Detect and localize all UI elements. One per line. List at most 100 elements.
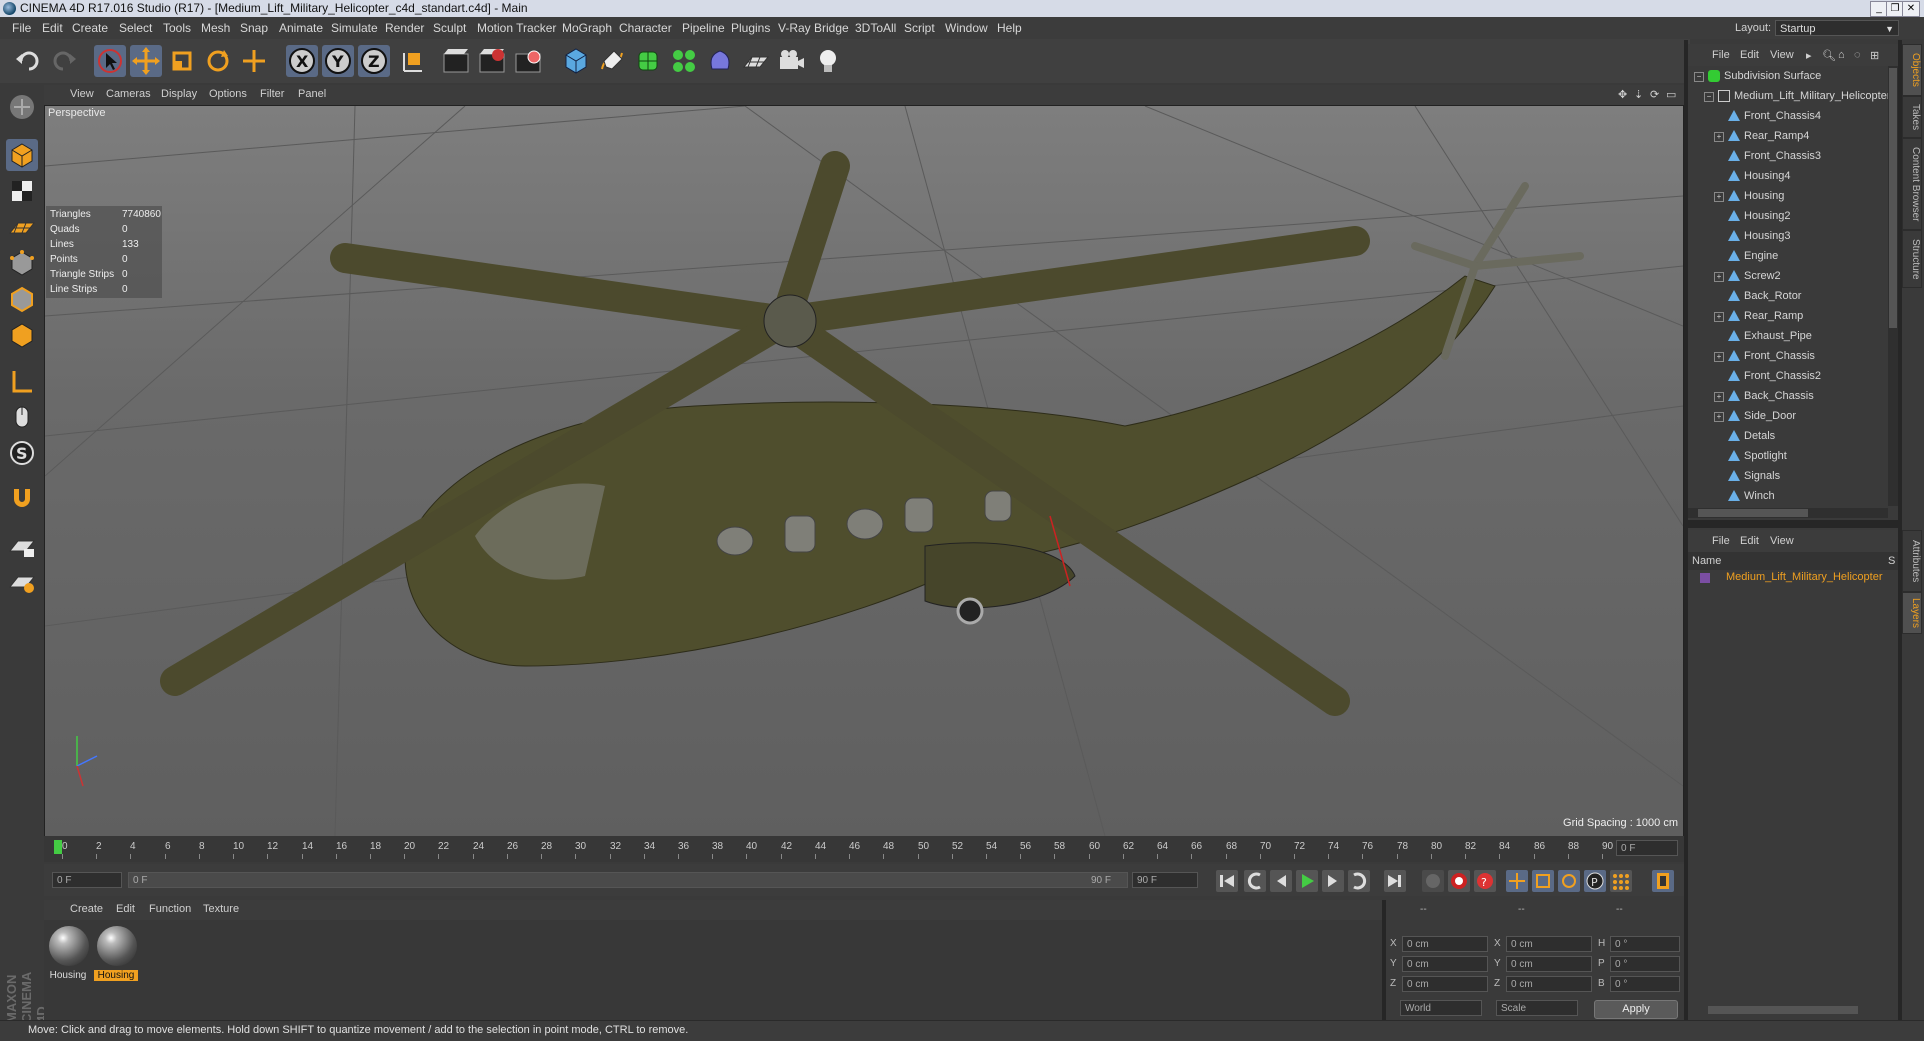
next-frame-icon[interactable] [1322,870,1344,892]
object-tree-item[interactable]: − Medium_Lift_Military_Helicopter [1688,86,1888,106]
menu-select[interactable]: Select [119,21,152,35]
tab-attributes[interactable]: Attributes [1902,530,1922,592]
scrollbar-thumb[interactable] [1698,509,1808,517]
menu-animate[interactable]: Animate [279,21,323,35]
record-keys-disabled-icon[interactable] [1422,870,1444,892]
viewport-menu-options[interactable]: Options [209,88,247,100]
rotation-h-field[interactable]: 0 ° [1610,936,1680,952]
new-view-icon[interactable]: ⊞ [1870,49,1879,62]
polygons-mode-icon[interactable] [6,319,38,351]
viewport-menu-cameras[interactable]: Cameras [106,88,151,100]
helicopter-model[interactable] [160,151,1584,716]
layer-menu-file[interactable]: File [1712,535,1730,547]
object-menu-edit[interactable]: Edit [1740,49,1759,61]
keyframe-rotation-icon[interactable] [1558,870,1580,892]
model-mode-icon[interactable] [6,139,38,171]
material-menu-texture[interactable]: Texture [203,903,239,915]
expand-toggle-icon[interactable]: + [1714,412,1724,422]
camera-icon[interactable] [776,45,808,77]
viewport-menu-display[interactable]: Display [161,88,197,100]
close-button[interactable]: ✕ [1902,1,1920,17]
menu-edit[interactable]: Edit [42,21,63,35]
object-tree-item[interactable]: Signals [1688,466,1888,486]
menu-vray-bridge[interactable]: V-Ray Bridge [778,21,849,35]
menu-plugins[interactable]: Plugins [731,21,770,35]
render-view-icon[interactable] [440,45,472,77]
timeline-ruler[interactable]: 0 2 4 6 8 10 12 14 16 18 20 22 24 26 28 30 32 34 36 38 40 42 4… [44,836,1684,862]
move-icon[interactable] [130,45,162,77]
menu-create[interactable]: Create [72,21,108,35]
rotation-p-field[interactable]: 0 ° [1610,956,1680,972]
viewport-menu-filter[interactable]: Filter [260,88,284,100]
menu-mesh[interactable]: Mesh [201,21,230,35]
object-tree-item[interactable]: + Housing [1688,186,1888,206]
material-menu-edit[interactable]: Edit [116,903,135,915]
object-tree-item[interactable]: Front_Chassis4 [1688,106,1888,126]
menu-sculpt[interactable]: Sculpt [433,21,466,35]
layer-menu-edit[interactable]: Edit [1740,535,1759,547]
mograph-cloner-icon[interactable] [668,45,700,77]
axis-mode-icon[interactable] [6,365,38,397]
timeline-window-icon[interactable] [1652,870,1674,892]
edges-mode-icon[interactable] [6,283,38,315]
go-to-start-icon[interactable] [1216,870,1238,892]
expand-toggle-icon[interactable]: + [1714,352,1724,362]
object-tree-item[interactable]: + Front_Chassis [1688,346,1888,366]
viewport-3d[interactable] [44,105,1684,837]
workplane-icon[interactable] [6,211,38,243]
object-tree-item[interactable]: Spotlight [1688,446,1888,466]
end-frame-field[interactable]: 90 F [1132,872,1198,888]
viewport-menu-view[interactable]: View [70,88,94,100]
previous-keyframe-icon[interactable] [1244,870,1266,892]
start-frame-field[interactable]: 0 F [52,872,122,888]
toggle-view-icon[interactable]: ▭ [1666,88,1676,101]
keyframe-scale-icon[interactable] [1532,870,1554,892]
keyframe-parameter-icon[interactable]: P [1584,870,1606,892]
object-menu-view[interactable]: View [1770,49,1794,61]
object-tree-item[interactable]: Housing3 [1688,226,1888,246]
layer-row[interactable]: Medium_Lift_Military_Helicopter [1688,570,1898,586]
keyframe-position-icon[interactable] [1506,870,1528,892]
deformer-icon[interactable] [704,45,736,77]
previous-frame-icon[interactable] [1270,870,1292,892]
transform-icon[interactable] [238,45,270,77]
expand-toggle-icon[interactable]: + [1714,392,1724,402]
expand-arrow-icon[interactable]: ▸ [1806,49,1812,62]
object-tree-item[interactable]: + Rear_Ramp4 [1688,126,1888,146]
panel-divider[interactable] [1898,40,1902,1020]
tab-content-browser[interactable]: Content Browser [1902,138,1922,230]
menu-tools[interactable]: Tools [163,21,191,35]
menu-mograph[interactable]: MoGraph [562,21,612,35]
object-tree-item[interactable]: Exhaust_Pipe [1688,326,1888,346]
preview-range-slider[interactable]: 0 F 90 F [128,872,1128,888]
snap-magnet-icon[interactable] [6,483,38,515]
object-tree-item[interactable]: + Side_Door [1688,406,1888,426]
expand-toggle-icon[interactable]: − [1694,72,1704,82]
lock-workplane-icon[interactable] [6,529,38,561]
zoom-view-icon[interactable]: ⇣ [1634,88,1643,101]
object-menu-file[interactable]: File [1712,49,1730,61]
menu-motion-tracker[interactable]: Motion Tracker [477,21,556,35]
current-frame-field[interactable]: 0 F [1616,840,1678,856]
play-icon[interactable] [1296,870,1318,892]
object-tree-item[interactable]: Housing2 [1688,206,1888,226]
render-picture-viewer-icon[interactable] [476,45,508,77]
pen-spline-icon[interactable] [596,45,628,77]
object-tree-item[interactable]: Housing4 [1688,166,1888,186]
menu-snap[interactable]: Snap [240,21,268,35]
panel-divider[interactable] [1684,40,1688,1020]
cube-primitive-icon[interactable] [560,45,592,77]
y-axis-lock-icon[interactable]: Y [322,45,354,77]
layer-hscroll-thumb[interactable] [1708,1006,1858,1014]
search-icon[interactable]: 🔍︎ [1822,49,1836,62]
scale-icon[interactable] [166,45,198,77]
expand-toggle-icon[interactable]: + [1714,192,1724,202]
panel-divider[interactable] [1382,900,1386,1020]
panel-divider[interactable] [1688,520,1898,528]
object-tree-scrollbar[interactable] [1888,66,1898,506]
coordinate-system-icon[interactable] [396,45,428,77]
material-swatch[interactable]: Housing [46,924,90,984]
eye-icon[interactable]: ◌ [1854,49,1861,61]
render-settings-icon[interactable] [512,45,544,77]
points-mode-icon[interactable] [6,247,38,279]
